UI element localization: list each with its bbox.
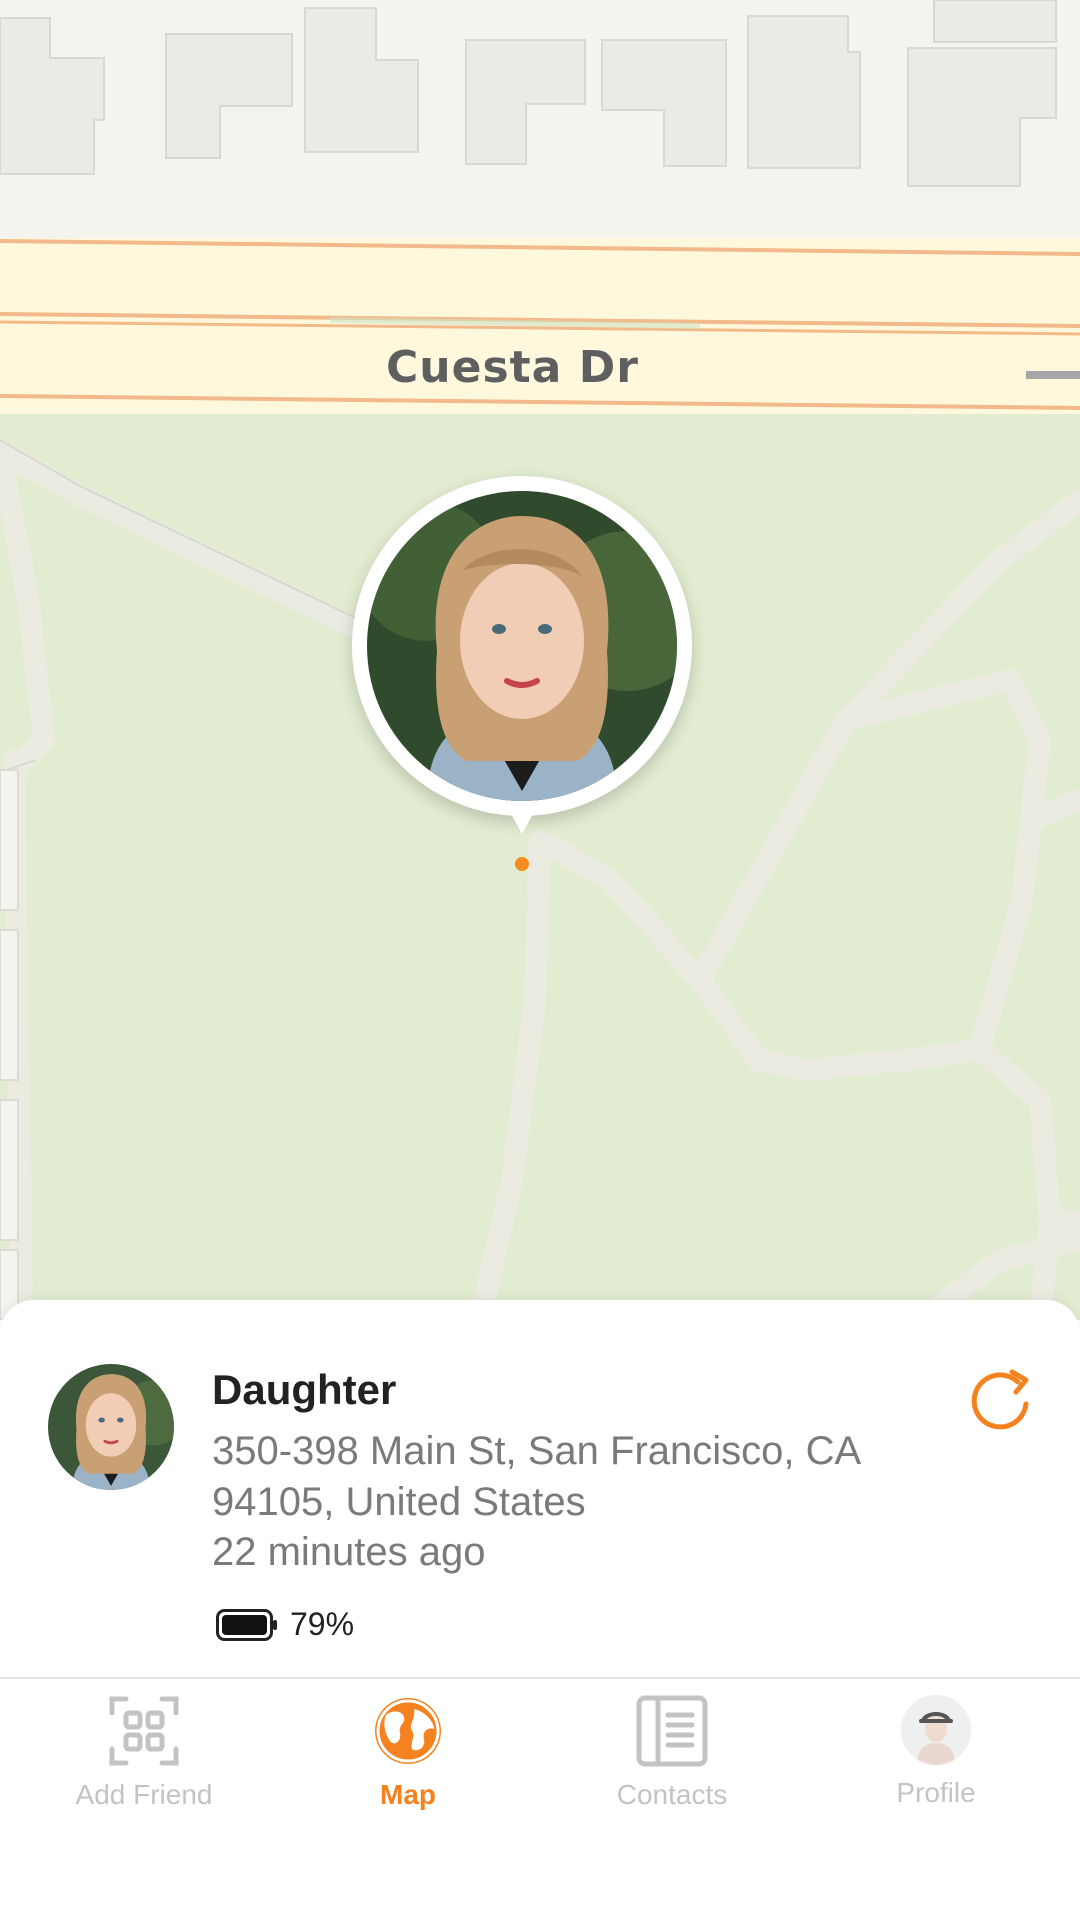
globe-icon (375, 1698, 441, 1764)
location-pin[interactable] (352, 476, 692, 876)
tab-label: Map (380, 1779, 436, 1810)
location-card[interactable]: Daughter 350-398 Main St, San Francisco,… (0, 1300, 1080, 1678)
tab-profile[interactable]: Profile (801, 1695, 1071, 1825)
refresh-icon (971, 1369, 1029, 1430)
battery-icon (216, 1608, 277, 1641)
battery-percentage: 79% (290, 1606, 355, 1642)
tab-bar: Add Friend Map Contacts Profile (0, 1677, 1080, 1922)
location-dot (515, 857, 529, 871)
last-seen-time: 22 minutes ago (212, 1530, 486, 1574)
street-label: Cuesta Dr (386, 342, 639, 393)
tab-contacts[interactable]: Contacts (537, 1695, 807, 1825)
contact-address: 350-398 Main St, San Francisco, CA 94105… (212, 1429, 859, 1524)
refresh-button[interactable] (966, 1366, 1034, 1434)
avatar (901, 1695, 971, 1765)
tab-map[interactable]: Map (273, 1695, 543, 1825)
pin-avatar (367, 491, 677, 801)
contact-name: Daughter (212, 1366, 397, 1413)
tab-add-friend[interactable]: Add Friend (9, 1695, 279, 1825)
contact-avatar (48, 1364, 174, 1490)
contacts-list-icon (636, 1695, 708, 1767)
tab-label: Add Friend (75, 1779, 213, 1810)
map-view[interactable]: Cuesta Dr (0, 0, 1080, 1320)
tab-label: Contacts (616, 1779, 728, 1810)
tab-label: Profile (896, 1777, 976, 1808)
qr-code-icon (109, 1696, 179, 1766)
battery-status: 79% (216, 1606, 354, 1643)
